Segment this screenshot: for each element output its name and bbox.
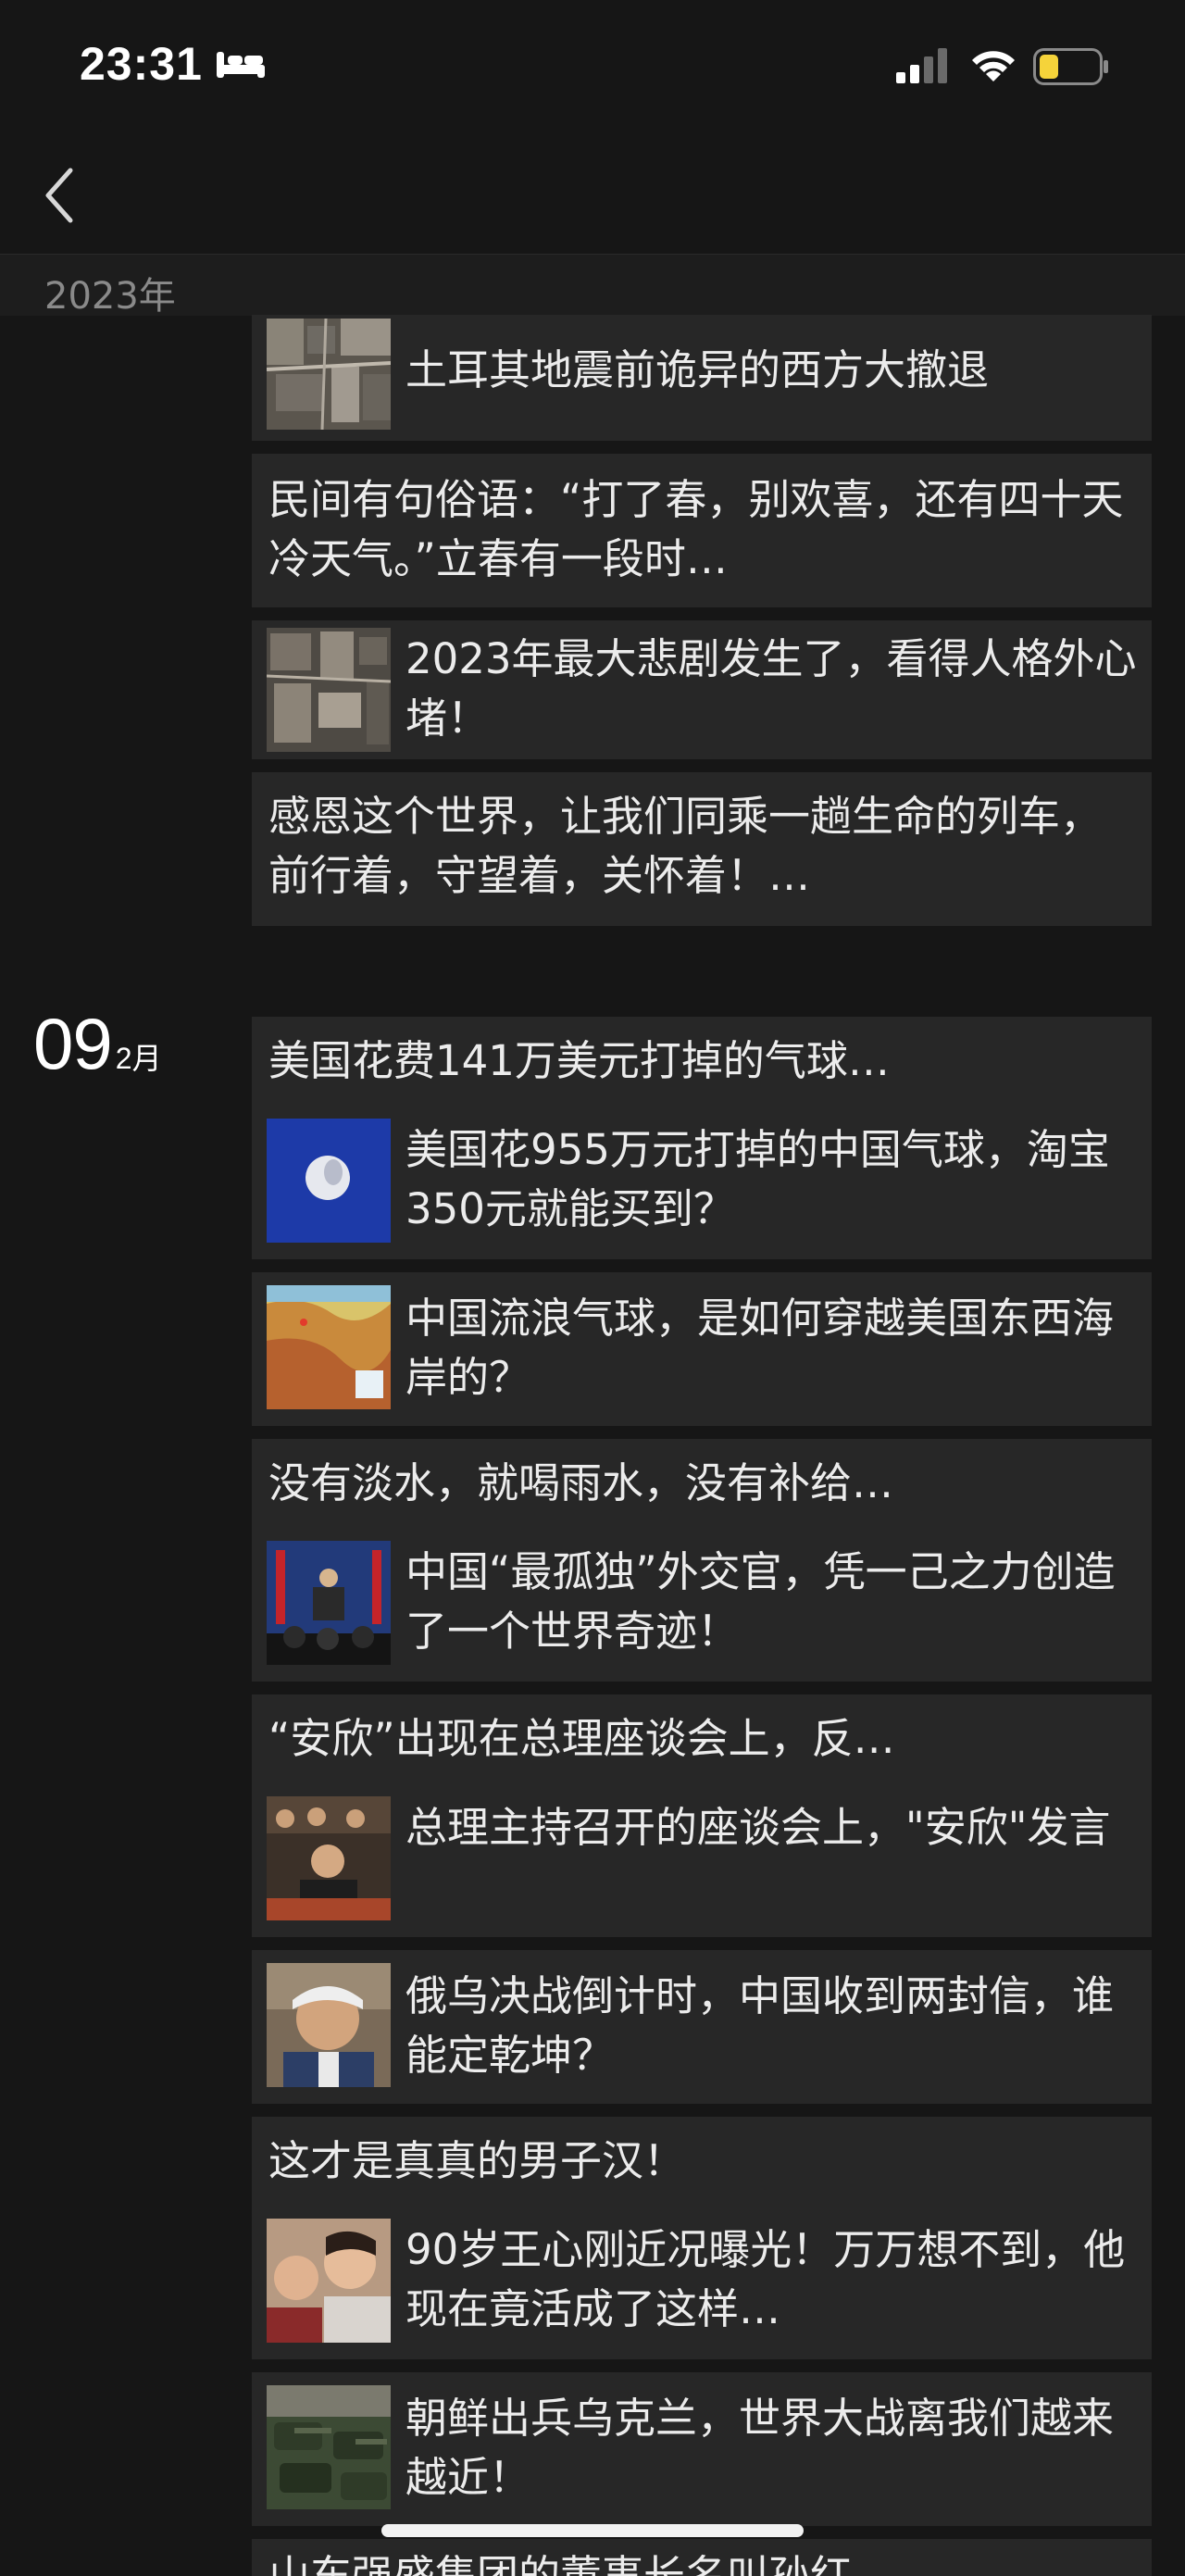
date-month: 2月 [115,1042,162,1075]
article-title: 俄乌决战倒计时，中国收到两封信，谁能定乾坤？ [405,1971,1115,2080]
share-caption: 这才是真真的男子汉！ [268,2136,686,2185]
text-post-card[interactable]: 感恩这个世界，让我们同乘一趟生命的列车，前行着，守望着，关怀着！… [252,772,1152,926]
status-time: 23:31 [80,38,203,90]
status-bar: 23:31 [0,0,1185,139]
article-card[interactable]: 美国花费141万美元打掉的气球… 美国花955万元打掉的中国气球，淘宝350元就… [252,1017,1152,1259]
article-title: 总理主持召开的座谈会上，"安欣"发言 [405,1803,1111,1852]
map-icon [267,1285,391,1409]
article-title: 土耳其地震前诡异的西方大撤退 [405,345,990,394]
article-card[interactable]: 土耳其地震前诡异的西方大撤退 [252,315,1152,441]
article-title: 中国流浪气球，是如何穿越美国东西海岸的？ [405,1294,1115,1402]
home-indicator[interactable] [381,2524,804,2537]
article-title: 美国花955万元打掉的中国气球，淘宝350元就能买到？ [405,1125,1110,1233]
article-card[interactable]: 这才是真真的男子汉！ 90岁王心刚近况曝光！万万想不到，他现在竟活成了这样… [252,2117,1152,2359]
article-card[interactable]: 中国流浪气球，是如何穿越美国东西海岸的？ [252,1272,1152,1426]
text-post-card[interactable]: 山东强盛集团的董事长名叫孙红… [252,2539,1152,2576]
text-post-card[interactable]: 民间有句俗语：“打了春，别欢喜，还有四十天冷天气。”立春有一段时… [252,454,1152,607]
article-title: 90岁王心刚近况曝光！万万想不到，他现在竟活成了这样… [405,2225,1126,2333]
article-title: 中国“最孤独”外交官，凭一己之力创造了一个世界奇迹！ [405,1547,1116,1656]
back-chevron-icon[interactable] [41,165,78,226]
date-day: 09 [33,1003,113,1084]
portrait-icon [267,1963,391,2087]
post-text: 感恩这个世界，让我们同乘一趟生命的列车，前行着，守望着，关怀着！… [268,792,1103,900]
date-label: 09 2月 [33,1002,162,1086]
press-conference-icon [267,1541,391,1665]
article-title: 2023年最大悲剧发生了，看得人格外心堵！ [405,634,1137,743]
wifi-icon [972,51,1015,81]
article-card[interactable]: 朝鲜出兵乌克兰，世界大战离我们越来越近！ [252,2372,1152,2526]
share-caption: 没有淡水，就喝雨水，没有补给… [268,1458,894,1507]
military-icon [267,2385,391,2509]
post-text: 山东强盛集团的董事长名叫孙红… [268,2551,894,2576]
aerial-city-icon [267,319,391,430]
article-card[interactable]: 2023年最大悲剧发生了，看得人格外心堵！ [252,620,1152,759]
year-section-header: 2023年 [0,254,1185,318]
share-caption: 美国花费141万美元打掉的气球… [268,1036,890,1085]
cellular-signal-icon [896,48,947,83]
couple-icon [267,2219,391,2343]
share-caption: “安欣”出现在总理座谈会上，反… [268,1714,895,1763]
post-text: 民间有句俗语：“打了春，别欢喜，还有四十天冷天气。”立春有一段时… [268,475,1124,583]
year-label: 2023年 [44,275,176,318]
battery-icon [1033,48,1108,85]
article-card[interactable]: 没有淡水，就喝雨水，没有补给… 中国“最孤独”外交官，凭一己之力创造了一个世界奇… [252,1439,1152,1682]
aerial-ruins-icon [267,628,391,752]
meeting-icon [267,1796,391,1920]
article-card[interactable]: “安欣”出现在总理座谈会上，反… 总理主持召开的座谈会上，"安欣"发言 [252,1694,1152,1937]
article-card[interactable]: 俄乌决战倒计时，中国收到两封信，谁能定乾坤？ [252,1950,1152,2104]
navigation-bar [0,139,1185,254]
article-title: 朝鲜出兵乌克兰，世界大战离我们越来越近！ [405,2394,1115,2502]
balloon-icon [267,1119,391,1243]
sleep-focus-icon [217,52,265,78]
